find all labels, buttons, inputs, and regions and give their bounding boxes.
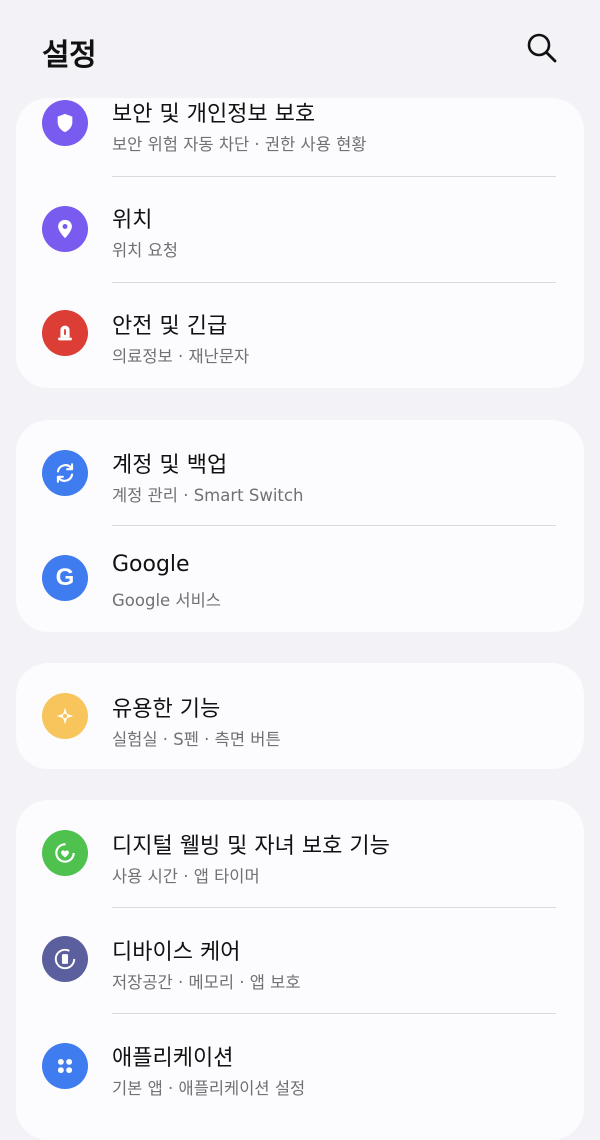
item-label: 보안 및 개인정보 보호 <box>112 102 316 127</box>
google-icon: G <box>42 555 88 601</box>
settings-group-device: 디지털 웰빙 및 자녀 보호 기능 사용 시간 · 앱 타이머 디바이스 케어 … <box>16 800 584 1140</box>
settings-group-advanced: 유용한 기능 실험실 · S펜 · 측면 버튼 <box>16 663 584 769</box>
item-subtitle: 보안 위험 자동 차단 · 권한 사용 현황 <box>112 135 367 154</box>
settings-group-privacy: 보안 및 개인정보 보호 보안 위험 자동 차단 · 권한 사용 현황 위치 위… <box>16 98 584 388</box>
item-subtitle: 기본 앱 · 애플리케이션 설정 <box>112 1079 306 1098</box>
page-title: 설정 <box>42 38 97 73</box>
item-label: Google <box>112 552 190 577</box>
item-subtitle: 위치 요청 <box>112 241 178 260</box>
shield-icon <box>42 100 88 146</box>
item-label: 위치 <box>112 208 153 233</box>
settings-item-location[interactable]: 위치 위치 요청 <box>16 177 584 283</box>
settings-group-accounts: 계정 및 백업 계정 관리 · Smart Switch G Google Go… <box>16 420 584 632</box>
item-label: 계정 및 백업 <box>112 453 228 478</box>
settings-item-apps[interactable]: 애플리케이션 기본 앱 · 애플리케이션 설정 <box>16 1014 584 1120</box>
search-icon[interactable] <box>524 30 560 66</box>
item-label: 안전 및 긴급 <box>112 314 228 339</box>
puzzle-star-icon <box>42 693 88 739</box>
item-subtitle: 실험실 · S펜 · 측면 버튼 <box>112 730 281 749</box>
item-subtitle: 사용 시간 · 앱 타이머 <box>112 867 260 886</box>
item-subtitle: 의료정보 · 재난문자 <box>112 347 250 366</box>
item-label: 디지털 웰빙 및 자녀 보호 기능 <box>112 834 390 859</box>
settings-item-safety-emergency[interactable]: 안전 및 긴급 의료정보 · 재난문자 <box>16 283 584 388</box>
settings-item-device-care[interactable]: 디바이스 케어 저장공간 · 메모리 · 앱 보호 <box>16 908 584 1014</box>
apps-grid-icon <box>42 1043 88 1089</box>
sync-icon <box>42 450 88 496</box>
item-subtitle: 계정 관리 · Smart Switch <box>112 486 304 505</box>
item-subtitle: 저장공간 · 메모리 · 앱 보호 <box>112 973 301 992</box>
settings-item-advanced-features[interactable]: 유용한 기능 실험실 · S펜 · 측면 버튼 <box>16 663 584 769</box>
wellbeing-heart-icon <box>42 830 88 876</box>
item-label: 애플리케이션 <box>112 1046 234 1071</box>
device-care-icon <box>42 936 88 982</box>
item-subtitle: Google 서비스 <box>112 591 221 610</box>
location-pin-icon <box>42 206 88 252</box>
app-header: 설정 <box>0 0 600 98</box>
settings-item-accounts-backup[interactable]: 계정 및 백업 계정 관리 · Smart Switch <box>16 420 584 526</box>
item-label: 유용한 기능 <box>112 697 221 722</box>
emergency-light-icon <box>42 310 88 356</box>
settings-item-google[interactable]: G Google Google 서비스 <box>16 526 584 632</box>
settings-item-digital-wellbeing[interactable]: 디지털 웰빙 및 자녀 보호 기능 사용 시간 · 앱 타이머 <box>16 800 584 906</box>
item-label: 디바이스 케어 <box>112 940 241 965</box>
